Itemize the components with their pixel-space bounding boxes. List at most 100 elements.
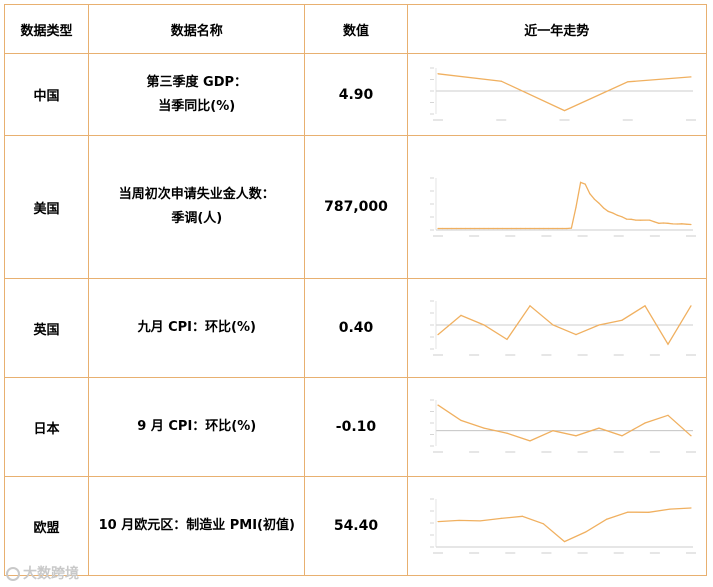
data-point — [598, 427, 600, 429]
country-cell: 中国 — [3, 53, 90, 136]
data-point — [521, 515, 524, 517]
data-point — [644, 219, 646, 221]
data-point — [621, 216, 623, 218]
data-point — [460, 314, 462, 316]
data-point — [690, 435, 692, 437]
data-point — [543, 227, 545, 230]
trend-chart — [430, 67, 697, 120]
data-point — [575, 334, 577, 336]
data-point — [603, 207, 605, 209]
data-point — [589, 193, 591, 195]
data-point — [644, 305, 646, 307]
data-point — [640, 219, 642, 221]
indicator-name-line: 九月 CPI：环比(%) — [137, 320, 256, 335]
country-cell: 日本 — [3, 377, 90, 477]
data-point — [676, 223, 679, 225]
data-point — [511, 227, 513, 230]
value-cell: 787,000 — [304, 135, 408, 279]
data-point — [483, 227, 485, 230]
data-point — [584, 183, 587, 185]
header-trend: 近一年走势 — [406, 4, 708, 54]
data-point — [520, 227, 522, 230]
data-point — [575, 206, 577, 208]
table-row: 日本 9 月 CPI：环比(%) -0.10 — [3, 377, 708, 477]
data-point — [667, 343, 669, 345]
data-point — [690, 305, 692, 307]
data-point — [548, 227, 550, 230]
country-cell: 英国 — [3, 278, 90, 378]
data-point — [648, 511, 650, 513]
data-point — [483, 427, 485, 429]
data-point — [663, 222, 665, 224]
table-row: 中国 第三季度 GDP： 当季同比(%) 4.90 — [3, 53, 708, 136]
trend-cell — [406, 53, 708, 136]
data-point — [649, 219, 651, 221]
country-cell: 欧盟 — [3, 476, 90, 576]
data-point — [585, 531, 587, 533]
data-point — [479, 227, 481, 230]
data-point — [515, 227, 518, 230]
header-value: 数值 — [304, 4, 408, 54]
data-point — [460, 419, 462, 422]
data-point — [690, 75, 692, 78]
data-point — [538, 227, 541, 230]
data-point — [653, 221, 656, 223]
data-point — [667, 222, 669, 224]
data-point — [442, 227, 444, 230]
data-point — [479, 520, 482, 522]
trend-cell — [406, 476, 708, 576]
data-point — [690, 223, 692, 226]
data-point — [552, 227, 554, 230]
data-point — [469, 227, 472, 230]
data-point — [607, 210, 610, 212]
data-point — [681, 223, 683, 225]
data-point — [525, 227, 527, 230]
data-point — [598, 202, 600, 204]
data-point — [529, 440, 531, 442]
trend-chart — [430, 399, 697, 453]
data-point — [437, 404, 439, 406]
data-point — [543, 523, 545, 525]
indicator-name-line: 当季同比(%) — [158, 98, 236, 114]
indicator-name-line: 第三季度 GDP： — [146, 74, 248, 90]
trend-cell — [406, 377, 708, 477]
country-cell: 美国 — [3, 135, 90, 279]
data-point — [612, 212, 614, 214]
data-point — [492, 227, 495, 230]
data-point — [575, 435, 577, 437]
data-point — [437, 72, 439, 74]
data-point — [606, 518, 608, 520]
header-row: 数据类型 数据名称 数值 近一年走势 — [3, 4, 708, 54]
indicator-name-cell: 当周初次申请失业金人数： 季调(人) — [88, 135, 306, 279]
watermark-logo-icon — [6, 567, 20, 581]
data-point — [458, 519, 460, 522]
data-point — [557, 227, 559, 230]
data-point — [627, 511, 629, 513]
data-point — [644, 422, 646, 424]
data-table: 数据类型 数据名称 数值 近一年走势 中国 第三季度 GDP： 当季同比(%) … — [3, 4, 708, 576]
data-point — [627, 80, 629, 82]
data-point — [564, 540, 566, 543]
series-line — [438, 507, 692, 543]
data-point — [617, 214, 619, 216]
data-point — [552, 324, 554, 326]
data-point — [500, 517, 503, 519]
indicator-name-line: 季调(人) — [171, 211, 223, 226]
trend-chart — [430, 498, 697, 554]
data-point — [502, 227, 504, 230]
value-cell: 4.90 — [304, 53, 408, 136]
watermark-text: 大数跨境 — [23, 566, 79, 582]
data-point — [460, 227, 462, 230]
data-point — [598, 324, 600, 326]
data-point — [580, 181, 582, 183]
indicator-name-cell: 九月 CPI：环比(%) — [88, 278, 306, 378]
indicator-name-cell: 9 月 CPI：环比(%) — [88, 377, 306, 477]
header-name: 数据名称 — [88, 4, 306, 54]
table-row: 欧盟 10 月欧元区：制造业 PMI(初值) 54.40 — [3, 476, 708, 576]
table-row: 英国 九月 CPI：环比(%) 0.40 — [3, 278, 708, 378]
trend-chart — [430, 300, 697, 356]
indicator-name-line: 9 月 CPI：环比(%) — [137, 419, 257, 434]
indicator-name-line: 10 月欧元区：制造业 PMI(初值) — [98, 518, 295, 533]
data-point — [672, 223, 674, 225]
data-point — [497, 227, 499, 230]
